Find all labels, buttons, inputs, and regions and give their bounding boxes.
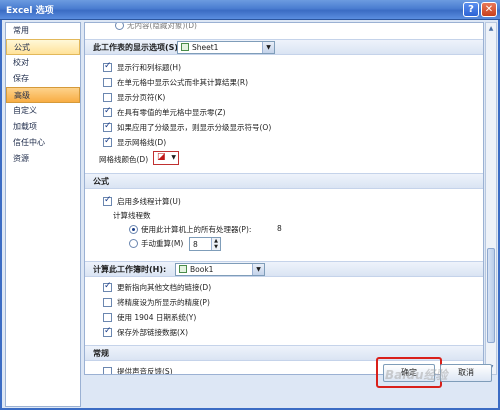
option-checkbox[interactable] (103, 136, 112, 147)
multithread-row[interactable]: 启用多线程计算(U) (85, 195, 483, 209)
workbook-select-value: Book1 (190, 265, 214, 274)
sheet-icon (181, 43, 189, 51)
grid-color-row: 网格线颜色(D) ◪ ▼ (85, 151, 483, 165)
option-row[interactable]: 保存外部链接数据(X) (85, 326, 483, 340)
option-row[interactable]: 如果应用了分级显示，则显示分级显示符号(O) (85, 121, 483, 135)
chevron-down-icon: ▼ (262, 42, 274, 53)
option-label: 显示分页符(K) (117, 93, 166, 102)
nav-item[interactable]: 保存 (6, 71, 80, 87)
option-checkbox[interactable] (103, 93, 112, 102)
option-label: 提供声音反馈(S) (117, 367, 173, 375)
option-label: 使用此计算机上的所有处理器(P): (141, 225, 252, 234)
option-label: 使用 1904 日期系统(Y) (117, 313, 197, 322)
option-label: 更新指向其他文档的链接(D) (117, 283, 212, 292)
option-label: 保存外部链接数据(X) (117, 328, 188, 337)
use-all-processors-radio[interactable] (129, 225, 138, 234)
workbook-icon (179, 265, 187, 273)
close-button[interactable]: ✕ (481, 2, 497, 17)
option-label: 将精度设为所显示的精度(P) (117, 298, 210, 307)
nav-item[interactable]: 高级 (6, 87, 80, 103)
option-checkbox[interactable] (103, 298, 112, 307)
option-checkbox[interactable] (103, 106, 112, 117)
scrollbar-thumb[interactable] (487, 248, 495, 343)
option-row[interactable]: 显示行和列标题(H) (85, 61, 483, 75)
manual-threads-row[interactable]: 手动重算(M) 8 ▲ ▼ (85, 237, 483, 251)
formula-section-header: 公式 (85, 173, 483, 189)
paint-bucket-icon: ◪ (157, 152, 166, 162)
chevron-down-icon: ▼ (171, 154, 176, 161)
option-label: 如果应用了分级显示，则显示分级显示符号(O) (117, 123, 272, 132)
option-row-no-objects[interactable]: 无内容(隐藏对象)(D) (85, 22, 483, 33)
option-checkbox[interactable] (103, 61, 112, 72)
processor-count: 8 (277, 224, 282, 233)
workbook-select[interactable]: Book1 ▼ (175, 263, 265, 276)
options-nav: 常用 公式 校对 保存 高级 自定义 加载项 信任中心 资源 (5, 22, 81, 407)
option-checkbox[interactable] (103, 121, 112, 132)
section-title: 公式 (93, 177, 109, 186)
option-label: 无内容(隐藏对象)(D) (127, 22, 197, 30)
section-title: 计算此工作簿时(H): (93, 265, 167, 274)
multithread-checkbox[interactable] (103, 195, 112, 206)
manual-threads-radio[interactable] (129, 239, 138, 248)
grid-color-label: 网格线颜色(D) (99, 155, 149, 164)
option-label: 在单元格中显示公式而非其计算结果(R) (117, 78, 249, 87)
option-label: 启用多线程计算(U) (117, 197, 181, 206)
nav-item[interactable]: 公式 (6, 39, 80, 55)
option-row[interactable]: 将精度设为所显示的精度(P) (85, 296, 483, 310)
thread-count-label: 计算线程数 (113, 211, 151, 220)
option-row[interactable]: 在具有零值的单元格中显示零(Z) (85, 106, 483, 120)
sheet-select-value: Sheet1 (192, 43, 219, 52)
option-row[interactable]: 显示网格线(D) (85, 136, 483, 150)
section-title: 此工作表的显示选项(S): (93, 43, 182, 52)
nav-item[interactable]: 自定义 (6, 103, 80, 119)
nav-item[interactable]: 加载项 (6, 119, 80, 135)
cancel-button[interactable]: 取消 (440, 364, 492, 382)
use-all-processors-row[interactable]: 使用此计算机上的所有处理器(P): 8 (85, 223, 483, 237)
ok-button[interactable]: 确定 (383, 364, 435, 382)
option-label: 显示行和列标题(H) (117, 63, 181, 72)
option-checkbox[interactable] (103, 367, 112, 374)
option-checkbox[interactable] (103, 281, 112, 292)
nav-item[interactable]: 校对 (6, 55, 80, 71)
workbook-calc-section-header: 计算此工作簿时(H): Book1 ▼ (85, 261, 483, 277)
help-button[interactable]: ? (463, 2, 479, 17)
spinner-value: 8 (193, 240, 198, 249)
chevron-down-icon: ▼ (252, 264, 264, 275)
option-row[interactable]: 更新指向其他文档的链接(D) (85, 281, 483, 295)
advanced-options-panel: 无内容(隐藏对象)(D) 此工作表的显示选项(S): Sheet1 ▼ 显示行和… (84, 22, 484, 375)
option-row[interactable]: 在单元格中显示公式而非其计算结果(R) (85, 76, 483, 90)
option-checkbox[interactable] (103, 313, 112, 322)
nav-item[interactable]: 资源 (6, 151, 80, 167)
nav-item[interactable]: 信任中心 (6, 135, 80, 151)
scroll-up-icon[interactable]: ▲ (486, 23, 496, 35)
grid-color-picker[interactable]: ◪ ▼ (153, 151, 179, 165)
dialog-frame: 常用 公式 校对 保存 高级 自定义 加载项 信任中心 资源 无内容(隐藏对象)(D) 此工作表… (0, 20, 500, 410)
thread-count-row: 计算线程数 (85, 209, 483, 223)
radio-no-objects[interactable] (115, 23, 124, 30)
option-checkbox[interactable] (103, 326, 112, 337)
option-checkbox[interactable] (103, 78, 112, 87)
option-label: 在具有零值的单元格中显示零(Z) (117, 108, 226, 117)
option-label: 显示网格线(D) (117, 138, 167, 147)
nav-item[interactable]: 常用 (6, 23, 80, 39)
option-row[interactable]: 使用 1904 日期系统(Y) (85, 311, 483, 325)
title-bar: Excel 选项 ? ✕ (0, 0, 500, 20)
spinner-arrows-icon[interactable]: ▲ ▼ (211, 238, 220, 250)
thread-count-spinner[interactable]: 8 ▲ ▼ (189, 237, 221, 251)
section-title: 常规 (93, 349, 109, 358)
sheet-select[interactable]: Sheet1 ▼ (177, 41, 275, 54)
vertical-scrollbar[interactable]: ▲ ▼ (485, 22, 497, 375)
option-label: 手动重算(M) (141, 239, 184, 248)
window-title: Excel 选项 (6, 6, 54, 16)
sheet-display-section-header: 此工作表的显示选项(S): Sheet1 ▼ (85, 39, 483, 55)
option-row[interactable]: 显示分页符(K) (85, 91, 483, 105)
